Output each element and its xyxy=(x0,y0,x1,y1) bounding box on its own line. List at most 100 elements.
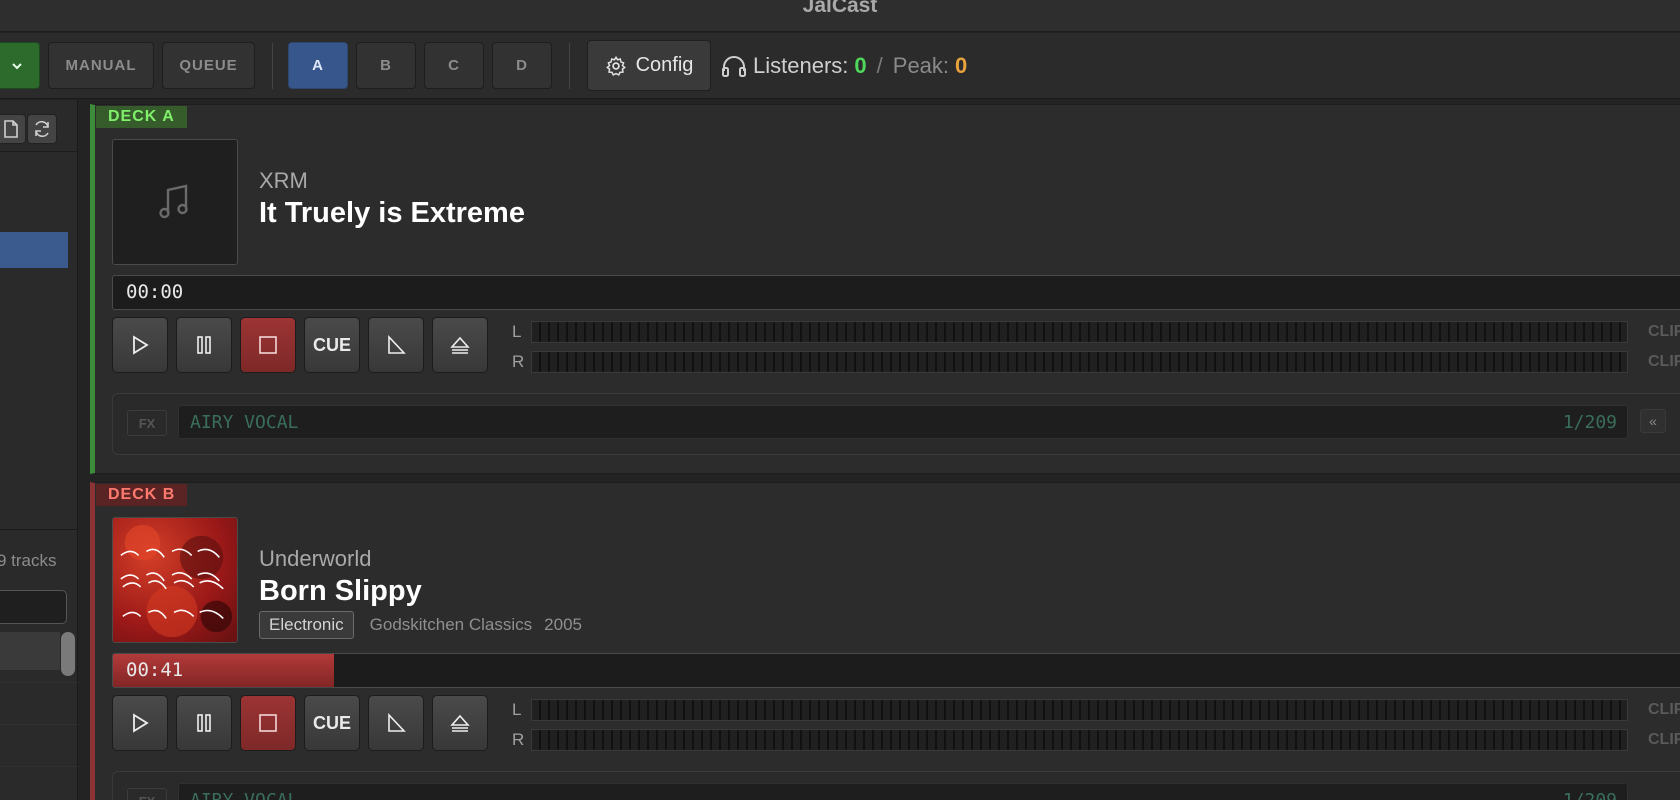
toolbar-divider xyxy=(272,43,273,89)
deck-a-artist: XRM xyxy=(259,168,308,193)
deck-a-title: It Truely is Extreme xyxy=(259,197,525,229)
gear-icon xyxy=(605,55,626,76)
stop-icon xyxy=(259,714,277,732)
list-item[interactable] xyxy=(0,632,60,670)
deck-a-meter-r-label: R xyxy=(512,352,525,371)
deck-a-select-button[interactable]: A xyxy=(288,42,348,89)
panel-divider xyxy=(0,529,78,530)
track-count: 9 tracks xyxy=(0,551,57,570)
toolbar-divider xyxy=(569,43,570,89)
deck-b-play-button[interactable] xyxy=(112,695,168,751)
deck-b-fx-count: 1/209 xyxy=(1563,790,1617,800)
deck-a-album-art xyxy=(112,139,238,265)
deck-a-fx-toggle[interactable]: FX xyxy=(127,410,167,436)
deck-b-album: Godskitchen Classics xyxy=(369,615,533,634)
album-cover-image xyxy=(113,518,237,642)
library-panel: 9 tracks xyxy=(0,100,78,800)
deck-b-meter-l-label: L xyxy=(512,700,522,719)
deck-b-meter-right xyxy=(531,729,1628,751)
deck-b-artist: Underworld xyxy=(259,546,372,571)
deck-a-panel: DECK A XRM It Truely is Extreme 00:00 CU… xyxy=(90,104,1680,474)
deck-b-progress-bar[interactable]: 00:41 xyxy=(112,653,1680,688)
pause-icon xyxy=(197,714,211,732)
deck-a-meter-l-label: L xyxy=(512,322,522,341)
deck-c-select-button[interactable]: C xyxy=(424,42,484,89)
new-file-icon[interactable] xyxy=(0,114,26,144)
deck-a-fx-prev-button[interactable]: « xyxy=(1640,409,1666,433)
deck-b-select-button[interactable]: B xyxy=(356,42,416,89)
deck-a-play-button[interactable] xyxy=(112,317,168,373)
deck-a-label: DECK A xyxy=(96,106,187,128)
deck-a-fx-count: 1/209 xyxy=(1562,412,1617,433)
mode-dropdown-button[interactable] xyxy=(0,42,40,89)
library-scrollbar[interactable] xyxy=(61,632,75,676)
deck-a-pause-button[interactable] xyxy=(176,317,232,373)
deck-b-fx-toggle[interactable]: FX xyxy=(127,788,167,800)
fade-icon xyxy=(388,334,406,354)
deck-a-cue-button[interactable]: CUE xyxy=(304,317,360,373)
deck-b-year: 2005 xyxy=(544,615,582,634)
deck-b-meter-left xyxy=(531,699,1628,721)
config-button[interactable]: Config xyxy=(587,40,711,91)
deck-b-fx-name: AIRY VOCAL xyxy=(190,790,298,800)
deck-b-fx-bar: FX AIRY VOCAL 1/209 xyxy=(112,771,1680,800)
queue-button[interactable]: QUEUE xyxy=(162,42,255,89)
deck-b-clip-l: CLIP xyxy=(1648,701,1680,718)
library-selected-item[interactable] xyxy=(0,232,68,268)
list-divider xyxy=(0,766,78,767)
deck-b-album-art xyxy=(112,517,238,643)
deck-b-time: 00:41 xyxy=(126,659,184,681)
library-search-input[interactable] xyxy=(0,590,67,624)
deck-d-select-button[interactable]: D xyxy=(492,42,552,89)
deck-b-eject-button[interactable] xyxy=(432,695,488,751)
deck-b-panel: DECK B Underworld Born Slippy Electronic… xyxy=(90,482,1680,800)
deck-a-fx-name: AIRY VOCAL xyxy=(190,412,299,433)
deck-a-eject-button[interactable] xyxy=(432,317,488,373)
deck-a-meter-left xyxy=(531,321,1628,343)
chevron-down-icon xyxy=(12,62,22,69)
list-divider xyxy=(0,724,78,725)
eject-icon xyxy=(450,714,470,732)
deck-a-progress-bar[interactable]: 00:00 xyxy=(112,275,1680,310)
deck-b-label: DECK B xyxy=(96,484,188,506)
library-toolbar xyxy=(0,104,78,152)
deck-b-meter-r-label: R xyxy=(512,730,525,749)
deck-b-title: Born Slippy xyxy=(259,575,422,607)
config-label: Config xyxy=(635,54,694,76)
separator-slash: / xyxy=(876,53,883,78)
deck-b-fade-button[interactable] xyxy=(368,695,424,751)
peak-count: 0 xyxy=(955,53,968,78)
music-note-icon xyxy=(159,184,188,219)
headphones-icon xyxy=(722,56,746,77)
deck-a-fade-button[interactable] xyxy=(368,317,424,373)
deck-b-meta: Electronic Godskitchen Classics 2005 xyxy=(259,611,582,639)
play-icon xyxy=(133,335,149,355)
manual-button[interactable]: MANUAL xyxy=(48,42,154,89)
deck-a-clip-r: CLIP xyxy=(1648,353,1680,370)
listener-stats: Listeners: 0 / Peak: 0 xyxy=(721,50,967,82)
deck-b-stop-button[interactable] xyxy=(240,695,296,751)
deck-a-clip-l: CLIP xyxy=(1648,323,1680,340)
deck-b-fx-display: AIRY VOCAL 1/209 xyxy=(178,783,1628,800)
deck-a-stop-button[interactable] xyxy=(240,317,296,373)
deck-b-pause-button[interactable] xyxy=(176,695,232,751)
peak-label: Peak: xyxy=(892,53,950,78)
deck-b-genre-badge: Electronic xyxy=(259,611,354,639)
deck-a-fx-display: AIRY VOCAL 1/209 xyxy=(178,405,1628,439)
listeners-label: Listeners: xyxy=(753,53,849,78)
toolbar: MANUAL QUEUE A B C D Config Listeners: 0… xyxy=(0,33,1680,99)
eject-icon xyxy=(450,336,470,354)
stop-icon xyxy=(259,336,277,354)
fade-icon xyxy=(388,712,406,732)
deck-a-time: 00:00 xyxy=(126,281,184,303)
deck-b-cue-button[interactable]: CUE xyxy=(304,695,360,751)
deck-b-clip-r: CLIP xyxy=(1648,731,1680,748)
app-title: JalCast xyxy=(802,0,878,17)
title-bar: JalCast xyxy=(0,0,1680,32)
refresh-icon[interactable] xyxy=(27,114,57,144)
list-divider xyxy=(0,682,78,683)
deck-a-fx-bar: FX AIRY VOCAL 1/209 « » xyxy=(112,393,1680,455)
play-icon xyxy=(133,713,149,733)
listeners-count: 0 xyxy=(854,53,867,78)
pause-icon xyxy=(197,336,211,354)
